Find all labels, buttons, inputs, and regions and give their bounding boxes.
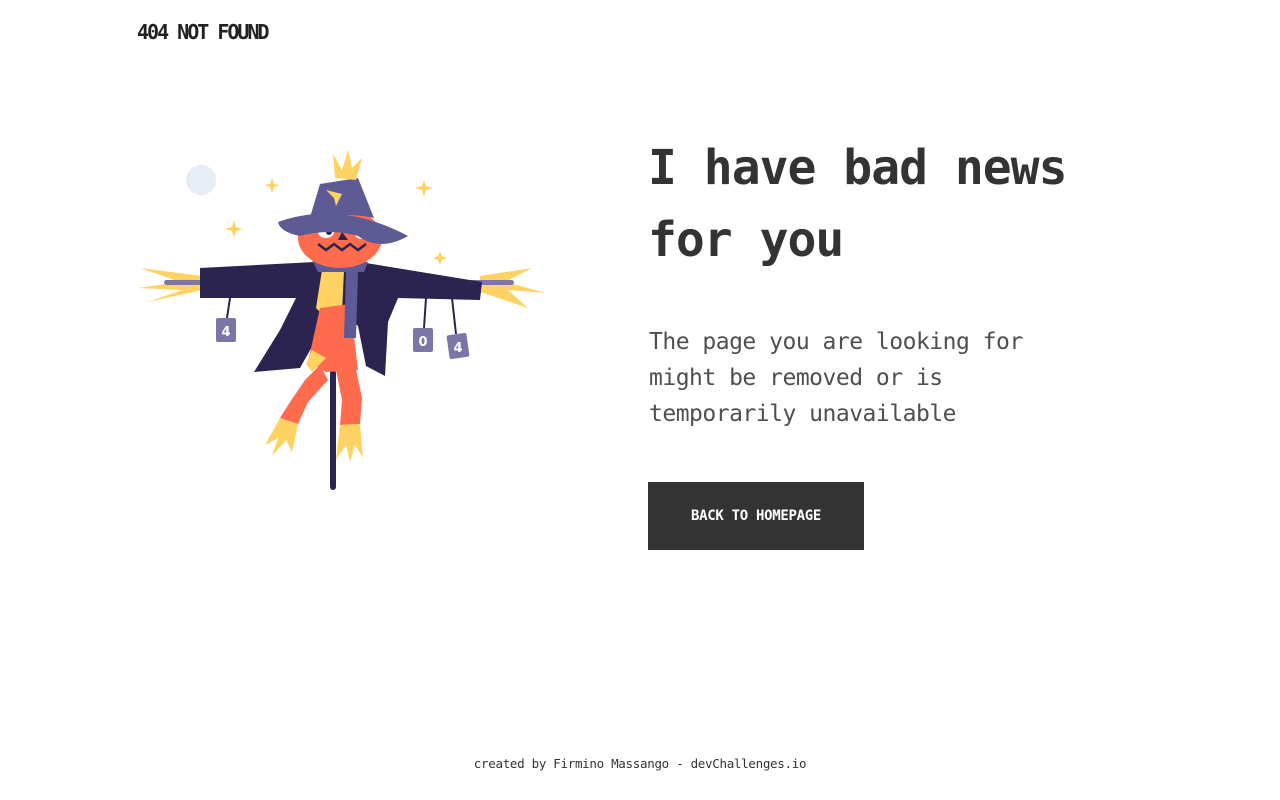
pole: [330, 370, 336, 490]
site-logo[interactable]: 404 NOT FOUND: [137, 20, 270, 44]
scarecrow-illustration: 4 0 4: [138, 150, 546, 490]
hat-straw: [333, 150, 362, 180]
moon-icon: [186, 165, 216, 195]
back-to-homepage-button[interactable]: BACK TO HOMEPAGE: [648, 482, 864, 550]
leg-right: [335, 365, 362, 425]
can-label-3: 4: [453, 341, 462, 356]
footer-credit: created by Firmino Massango - devChallen…: [473, 756, 807, 771]
page-headline: I have bad news for you: [648, 140, 1067, 268]
can-label-1: 4: [221, 325, 230, 340]
straw-foot-right: [336, 424, 363, 462]
page-description: The page you are looking for might be re…: [649, 329, 1023, 427]
straw-foot-left: [265, 418, 298, 456]
leg-left: [280, 365, 328, 424]
straw-right: [480, 268, 546, 308]
can-middle: 0: [413, 297, 433, 352]
can-right: 4: [446, 297, 470, 360]
can-label-2: 0: [418, 335, 427, 350]
can-left: 4: [216, 297, 236, 342]
